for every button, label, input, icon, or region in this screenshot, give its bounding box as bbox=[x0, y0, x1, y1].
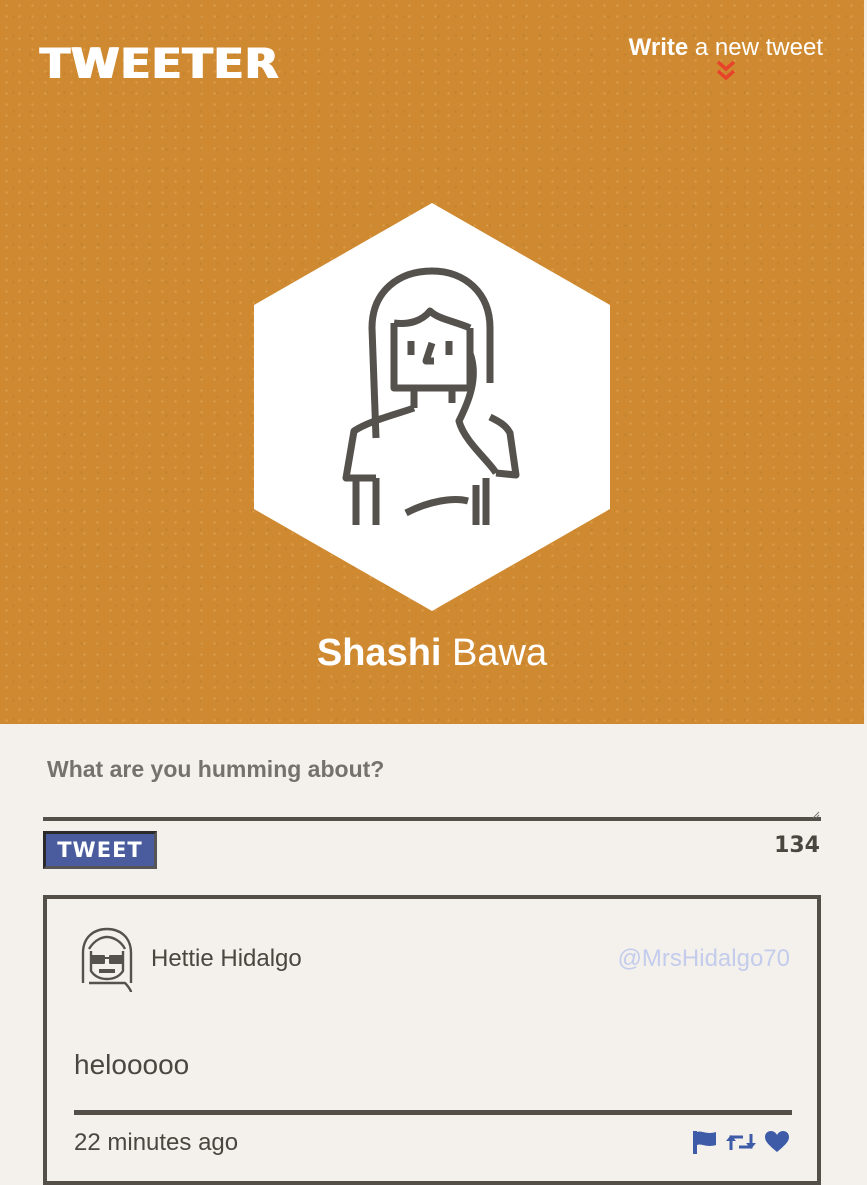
profile-header: TWEETER Write a new tweet Shashi Bawa bbox=[0, 0, 864, 724]
double-chevron-down-icon[interactable] bbox=[715, 60, 737, 82]
flag-icon[interactable] bbox=[692, 1130, 718, 1159]
woman-sunglasses-avatar-icon bbox=[81, 927, 133, 993]
retweet-icon[interactable] bbox=[726, 1130, 756, 1159]
compose-link-text: a new tweet bbox=[688, 34, 823, 61]
tweet-button[interactable]: TWEET bbox=[43, 831, 157, 869]
tweet-card: Hettie Hidalgo @MrsHidalgo70 helooooo 22… bbox=[43, 895, 821, 1185]
tweet-author-handle: @MrsHidalgo70 bbox=[617, 945, 790, 972]
write-new-tweet-link[interactable]: Write a new tweet bbox=[629, 34, 823, 82]
compose-link-bold: Write bbox=[628, 34, 689, 61]
app-logo[interactable]: TWEETER bbox=[40, 40, 280, 88]
tweet-textarea[interactable] bbox=[43, 795, 821, 821]
character-counter: 134 bbox=[774, 833, 820, 858]
tweet-text: helooooo bbox=[74, 1049, 190, 1080]
tweet-actions bbox=[692, 1130, 790, 1159]
tweet-divider bbox=[74, 1110, 792, 1115]
profile-first-name: Shashi bbox=[316, 632, 442, 674]
heart-icon[interactable] bbox=[764, 1130, 790, 1159]
resize-grip-icon[interactable] bbox=[812, 811, 820, 819]
tweet-timestamp: 22 minutes ago bbox=[74, 1129, 239, 1156]
woman-avatar-icon bbox=[254, 203, 610, 611]
tweet-author-name: Hettie Hidalgo bbox=[151, 945, 302, 972]
profile-last-name: Bawa bbox=[441, 632, 548, 674]
profile-name: Shashi Bawa bbox=[0, 632, 864, 675]
composer-label: What are you humming about? bbox=[47, 756, 385, 782]
